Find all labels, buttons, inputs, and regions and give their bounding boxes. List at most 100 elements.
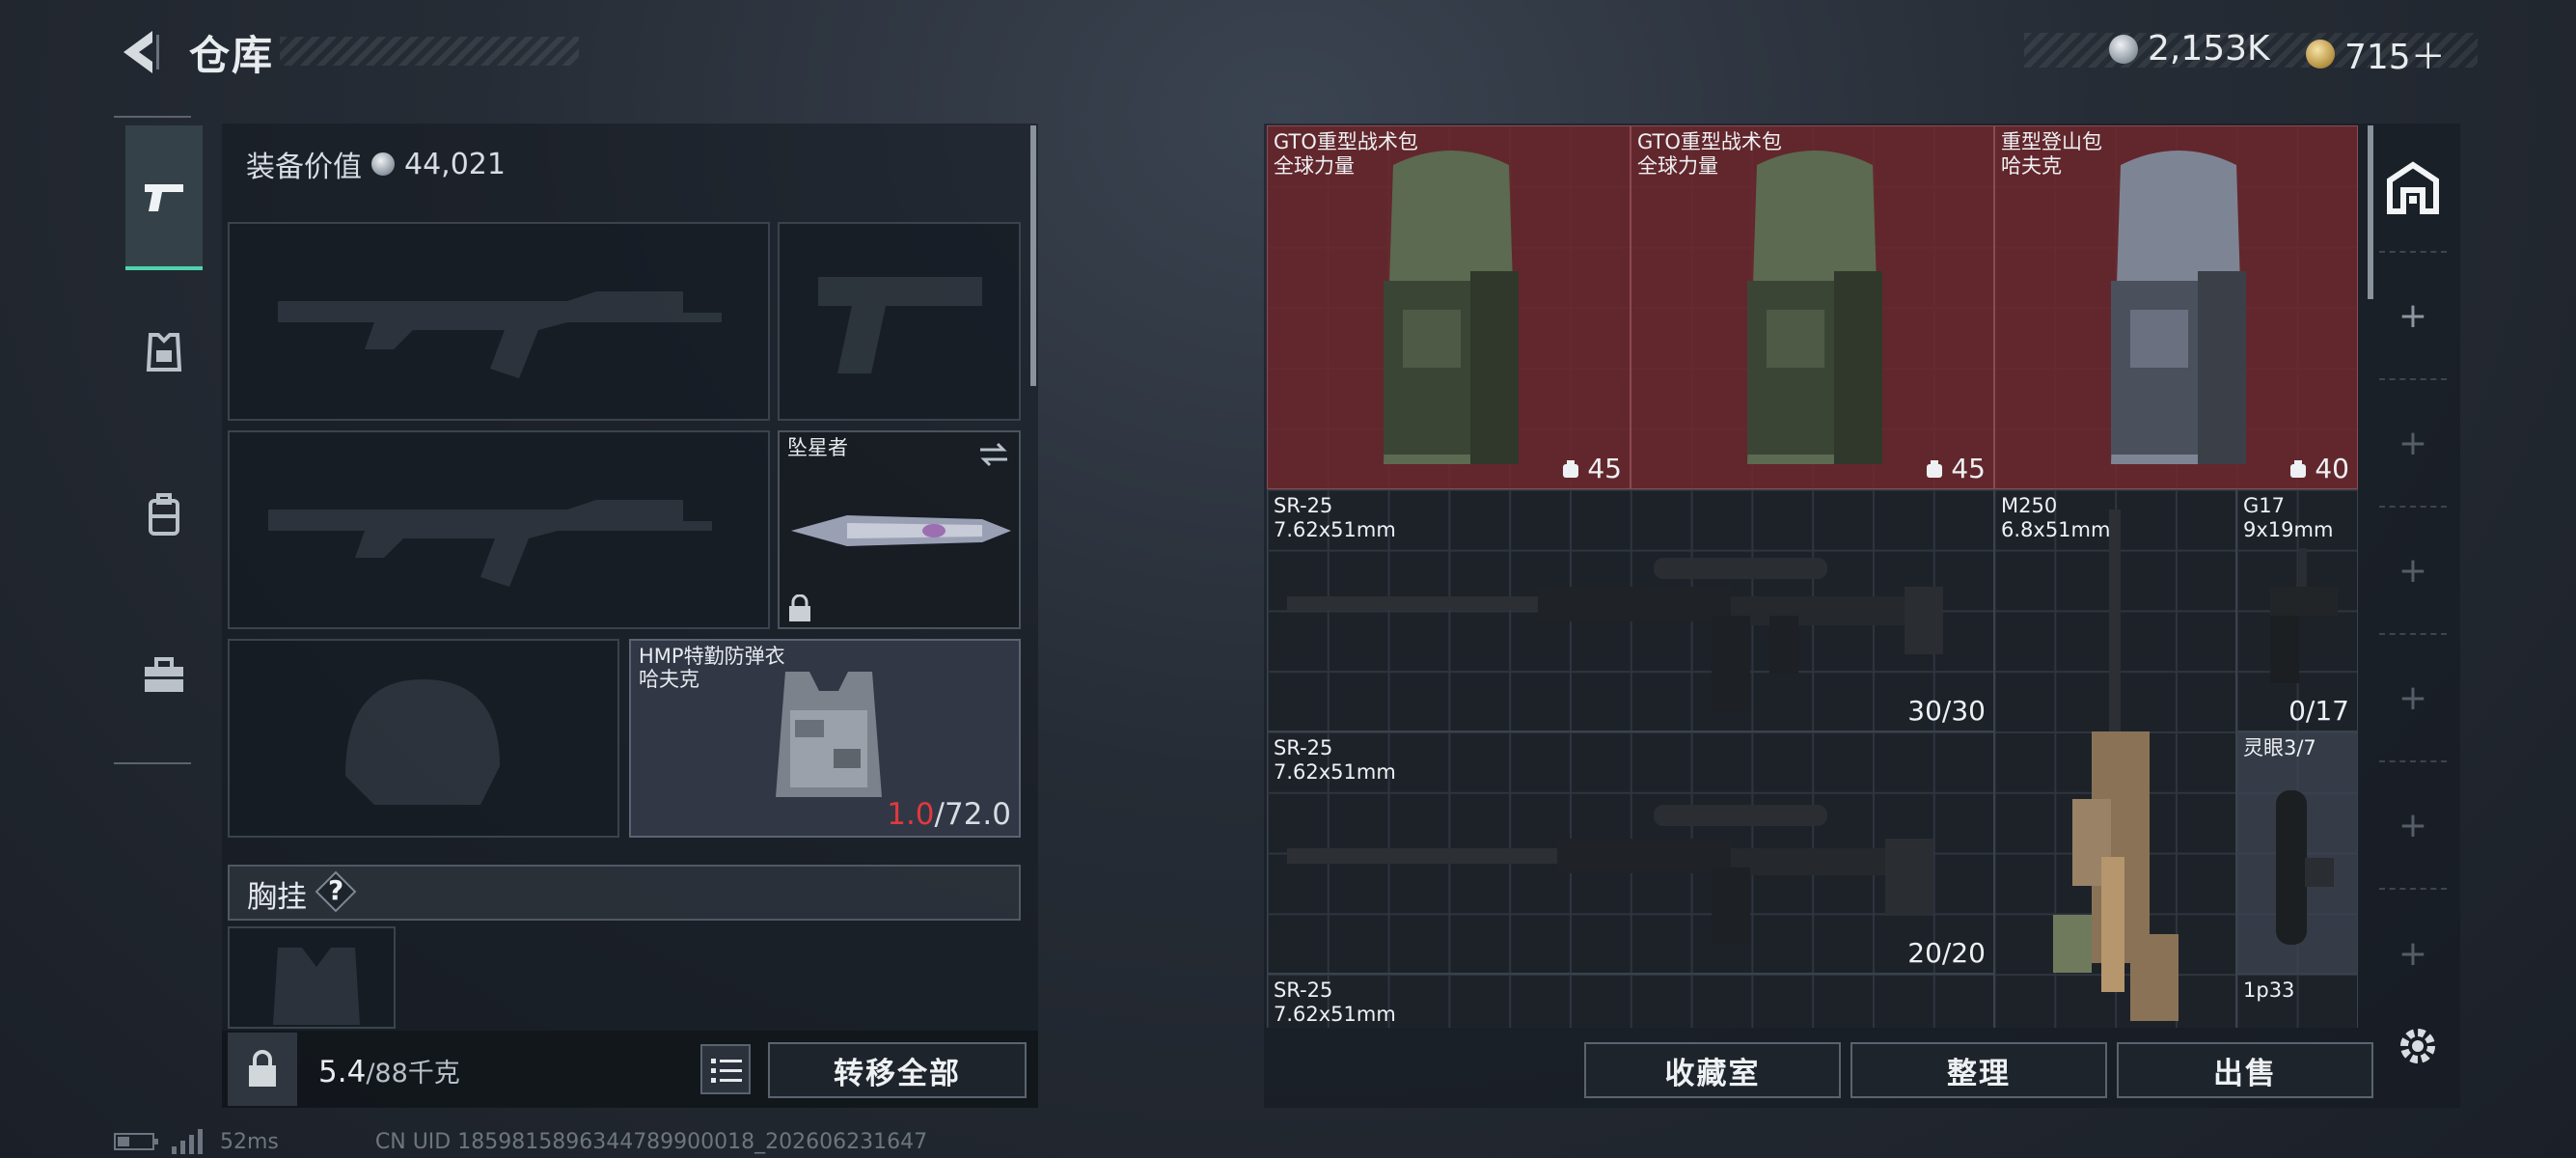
item-capacity: 45	[1924, 453, 1986, 484]
melee-name: 坠星者	[787, 436, 848, 459]
stash-page-rail: + + + + + +	[2379, 125, 2447, 1033]
scope-icon	[2276, 790, 2334, 945]
armor-vest-icon	[776, 672, 882, 797]
add-stash-page-button[interactable]: +	[2379, 635, 2447, 762]
stash-item[interactable]: SR-25 7.62x51mm 30/30	[1267, 489, 1994, 731]
pistol-icon	[145, 184, 183, 211]
secondary-weapon-slot[interactable]	[228, 430, 770, 629]
add-stash-page-button[interactable]: +	[2379, 380, 2447, 508]
chest-rig-silhouette-icon	[273, 948, 360, 1025]
silver-currency[interactable]: 2,153K	[2109, 29, 2270, 69]
tab-backpack[interactable]	[125, 442, 203, 587]
latency: 52ms	[220, 1129, 279, 1154]
collection-room-button[interactable]: 收藏室	[1584, 1042, 1841, 1098]
status-bar: 52ms CN UID 1859815896344789900018_20260…	[114, 1129, 927, 1154]
sniper-rifle-icon	[1287, 558, 1943, 712]
loadout-scrollbar[interactable]	[1030, 125, 1036, 386]
sort-button[interactable]: 整理	[1850, 1042, 2107, 1098]
item-name: M250 6.8x51mm	[2001, 494, 2111, 541]
stash-item[interactable]: M250 6.8x51mm	[1994, 489, 2236, 1028]
rifle-silhouette-icon	[268, 500, 712, 587]
item-name: 重型登山包 哈夫克	[2001, 130, 2102, 178]
gold-coin-icon	[2306, 40, 2335, 69]
primary-weapon-slot[interactable]	[228, 222, 770, 421]
vest-durability-current: 1.0	[887, 797, 935, 832]
list-icon	[711, 1059, 742, 1083]
stash-item[interactable]: SR-25 7.62x51mm 20/20	[1267, 731, 1994, 974]
backpack-icon	[1384, 151, 1519, 464]
chest-rig-slot[interactable]	[228, 926, 396, 1029]
gold-amount: 715＋	[2344, 38, 2446, 77]
back-arrow-icon	[123, 31, 159, 73]
carry-weight: 5.4/88千克	[318, 1052, 460, 1089]
stash-grid: GTO重型战术包 全球力量 45 GTO重型战术包 全球力量 45 重型登山包 …	[1267, 125, 2358, 1028]
item-name: SR-25 7.62x51mm	[1274, 736, 1396, 784]
title-decoration	[280, 37, 579, 66]
vest-durability-max: /72.0	[934, 797, 1011, 832]
sell-button[interactable]: 出售	[2117, 1042, 2373, 1098]
item-name: G17 9x19mm	[2243, 494, 2334, 541]
item-ammo: 20/20	[1907, 937, 1986, 969]
stash-item[interactable]: 1p33	[2236, 974, 2358, 1028]
stash-scrollbar[interactable]	[2368, 125, 2373, 299]
list-view-button[interactable]	[700, 1044, 751, 1094]
vest-name: HMP特勤防弹衣 哈夫克	[639, 645, 785, 691]
armor-vest-slot[interactable]: HMP特勤防弹衣 哈夫克 1.0/72.0	[629, 639, 1021, 838]
gold-currency[interactable]: 715＋	[2306, 29, 2446, 79]
item-name: SR-25 7.62x51mm	[1274, 494, 1396, 541]
stash-item[interactable]: 重型登山包 哈夫克 40	[1994, 125, 2358, 489]
equipment-value: 装备价值 44,021	[246, 143, 506, 185]
machine-gun-icon	[2053, 510, 2179, 1021]
pistol-icon	[2270, 548, 2338, 683]
gear-icon	[2400, 1029, 2435, 1063]
item-count: 45	[1951, 453, 1986, 484]
briefcase-icon	[145, 657, 183, 692]
helmet-slot[interactable]	[228, 639, 619, 838]
stash-item[interactable]: SR-25 7.62x51mm	[1267, 974, 1994, 1028]
transfer-all-button[interactable]: 转移全部	[768, 1042, 1027, 1098]
item-name: 灵眼3/7	[2243, 736, 2316, 759]
add-stash-page-button[interactable]: +	[2379, 762, 2447, 890]
battery-icon	[114, 1133, 158, 1150]
vest-durability: 1.0/72.0	[887, 797, 1011, 832]
tab-weapons[interactable]	[125, 125, 203, 270]
melee-slot[interactable]: 坠星者	[778, 430, 1021, 629]
settings-button[interactable]	[2395, 1023, 2441, 1073]
add-stash-page-button[interactable]: +	[2379, 508, 2447, 635]
lock-icon	[789, 594, 810, 621]
armor-icon	[146, 333, 182, 372]
stash-page-1[interactable]	[2379, 125, 2447, 253]
swap-icon[interactable]	[976, 440, 1011, 469]
item-name: SR-25 7.62x51mm	[1274, 979, 1396, 1026]
pistol-silhouette-icon	[818, 277, 982, 373]
item-name: GTO重型战术包 全球力量	[1637, 130, 1782, 178]
add-stash-page-button[interactable]: +	[2379, 253, 2447, 380]
backpack-icon	[149, 493, 179, 536]
stash-item[interactable]: GTO重型战术包 全球力量 45	[1267, 125, 1631, 489]
item-capacity: 40	[2288, 453, 2349, 484]
item-count: 40	[2315, 453, 2349, 484]
sniper-rifle-icon	[1287, 805, 1933, 945]
tab-toolbox[interactable]	[125, 604, 203, 749]
help-button[interactable]: ?	[315, 870, 357, 913]
back-button[interactable]	[114, 27, 162, 77]
backpack-icon	[2111, 151, 2246, 464]
help-mark: ?	[328, 874, 344, 906]
stash-item[interactable]: 灵眼3/7	[2236, 731, 2358, 974]
item-count: 45	[1587, 453, 1622, 484]
pistol-slot[interactable]	[778, 222, 1021, 421]
add-stash-page-button[interactable]: +	[2379, 890, 2447, 1017]
tab-armor[interactable]	[125, 280, 203, 425]
silver-coin-icon	[371, 152, 395, 176]
silver-coin-icon	[2109, 34, 2138, 64]
secure-case-button[interactable]	[228, 1033, 297, 1106]
knife-icon	[791, 515, 1011, 546]
item-ammo: 0/17	[2288, 695, 2349, 727]
category-rail	[114, 116, 203, 764]
capacity-icon	[1927, 459, 1943, 478]
stash-item[interactable]: G17 9x19mm 0/17	[2236, 489, 2358, 731]
item-name: 1p33	[2243, 979, 2295, 1002]
weight-current: 5.4	[318, 1055, 367, 1089]
stash-item[interactable]: GTO重型战术包 全球力量 45	[1631, 125, 1994, 489]
item-name: GTO重型战术包 全球力量	[1274, 130, 1418, 178]
